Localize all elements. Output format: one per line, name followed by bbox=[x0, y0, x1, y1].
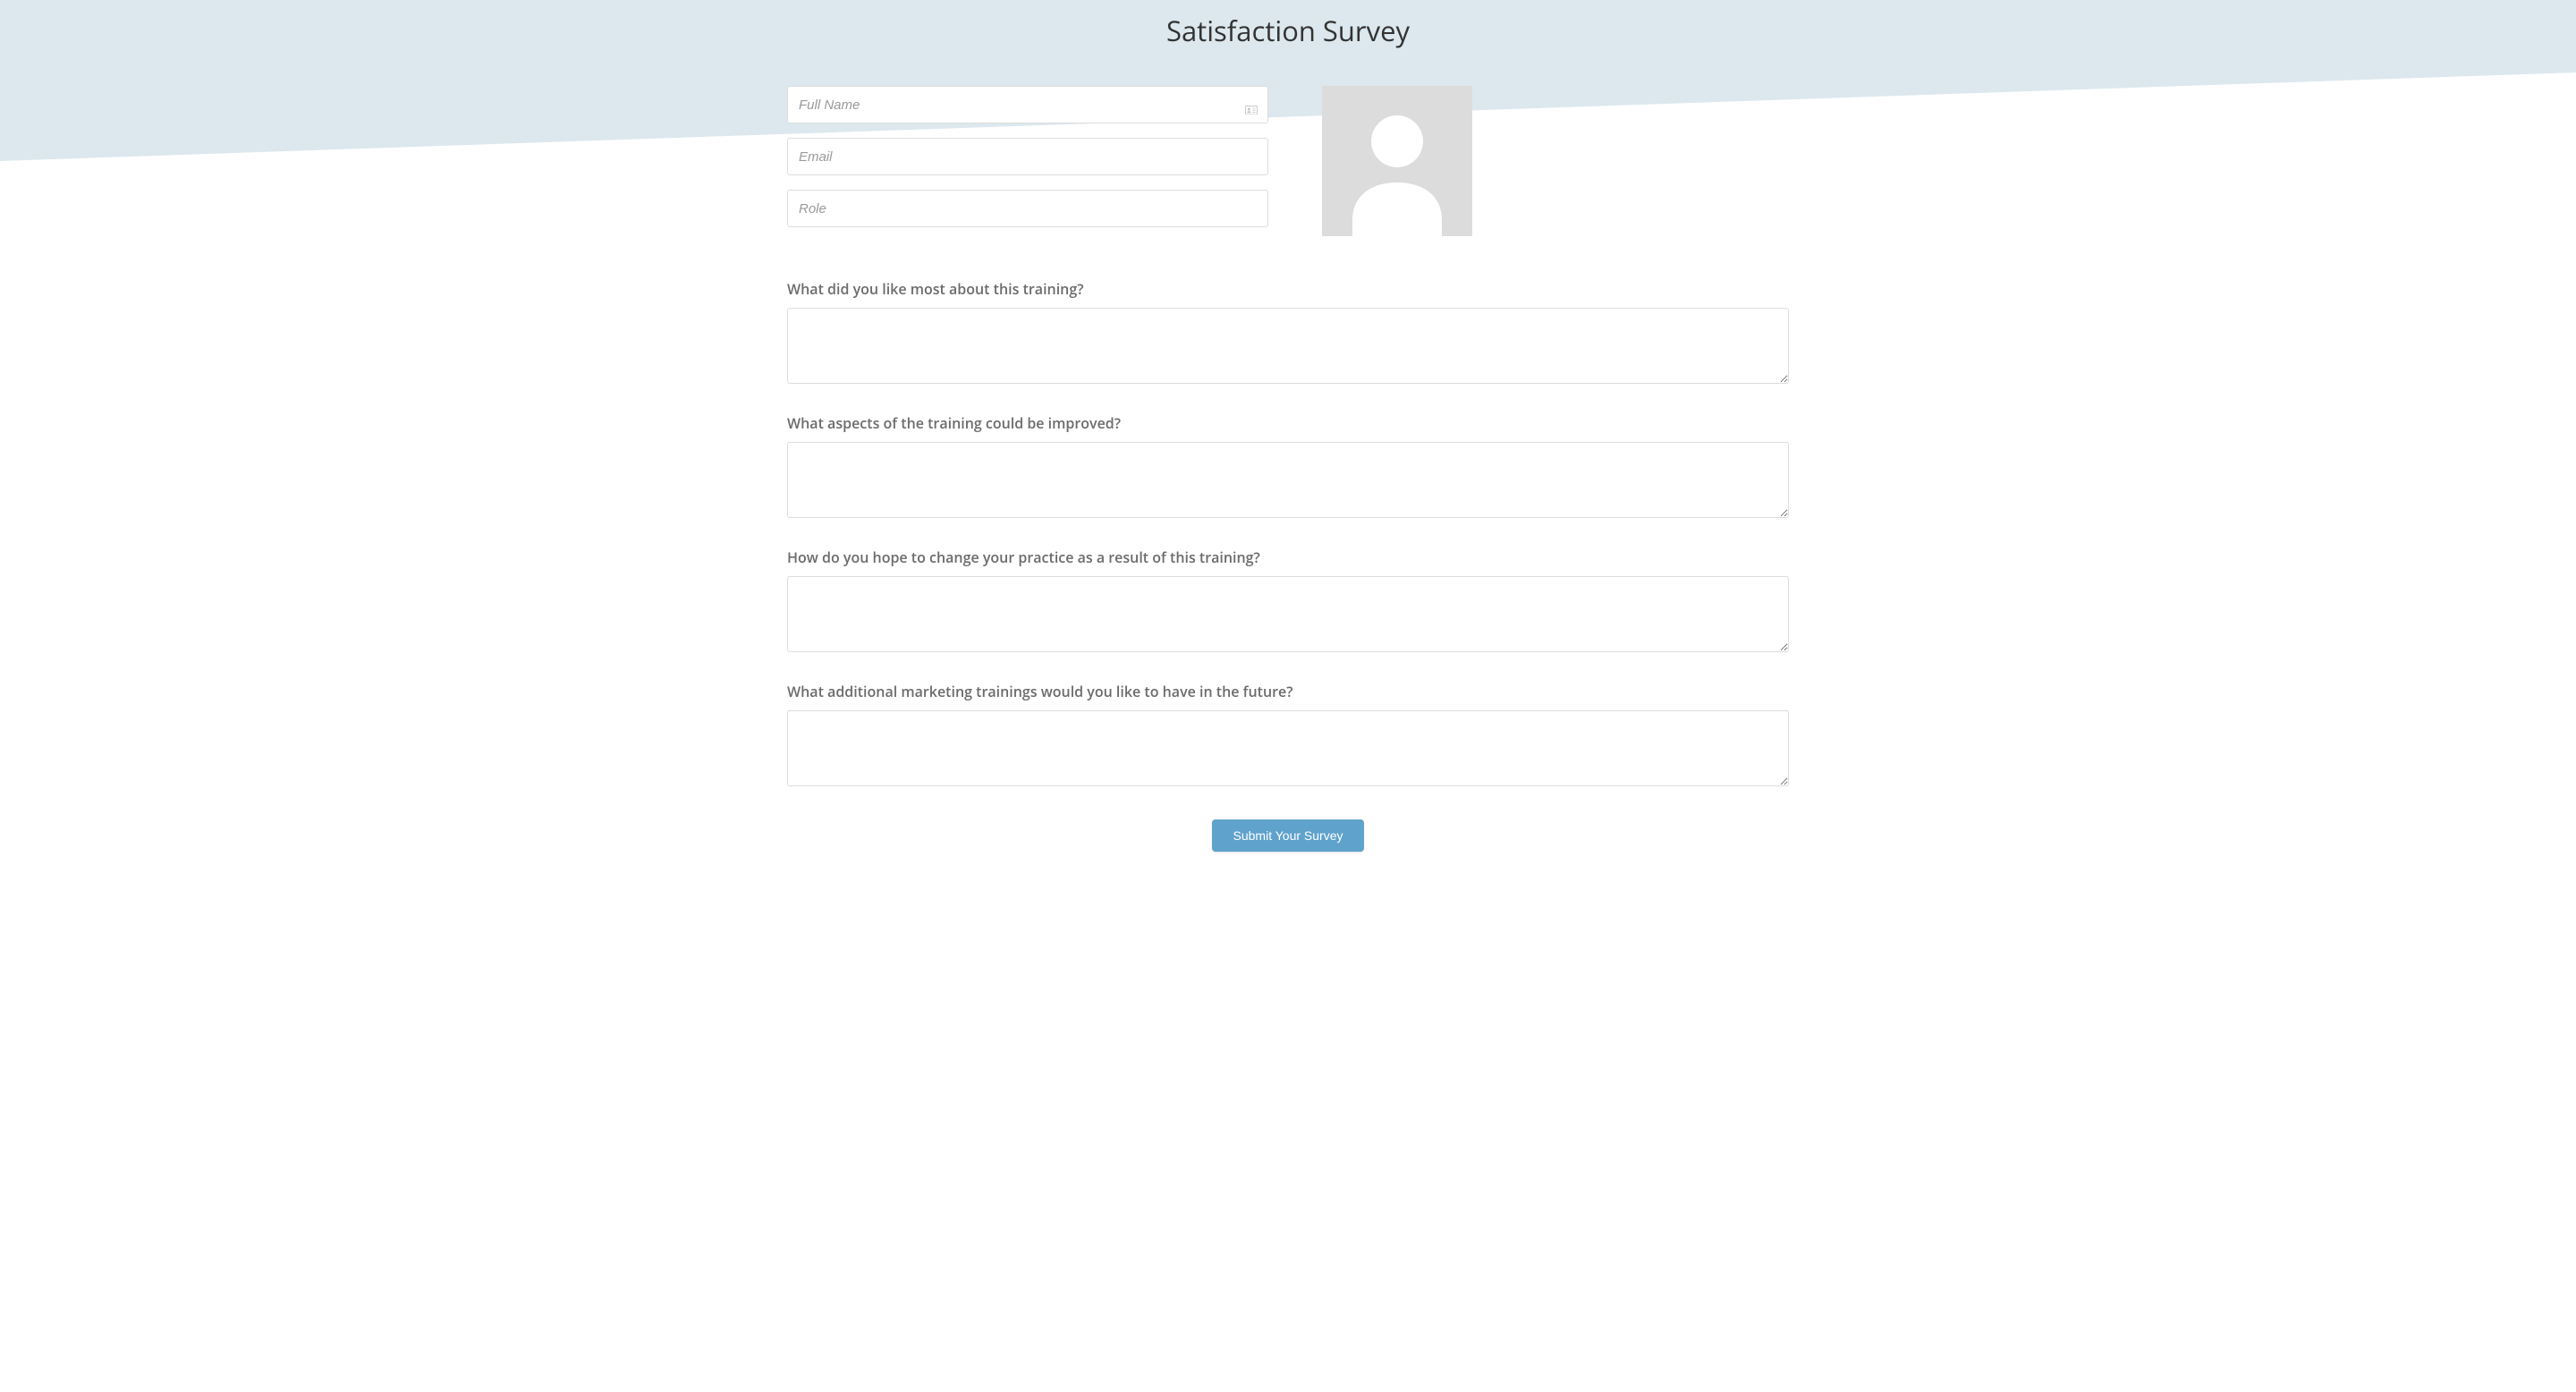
fields-column bbox=[787, 86, 1268, 236]
submit-button[interactable]: Submit Your Survey bbox=[1212, 819, 1365, 852]
full-name-input[interactable] bbox=[787, 86, 1268, 123]
role-wrapper bbox=[787, 190, 1268, 227]
question-group-2: What aspects of the training could be im… bbox=[787, 413, 1789, 522]
top-section bbox=[787, 86, 1789, 236]
question-group-1: What did you like most about this traini… bbox=[787, 279, 1789, 388]
full-name-wrapper bbox=[787, 86, 1268, 123]
question-label-4: What additional marketing trainings woul… bbox=[787, 682, 1789, 701]
question-textarea-1[interactable] bbox=[787, 308, 1789, 384]
question-textarea-2[interactable] bbox=[787, 442, 1789, 518]
role-input[interactable] bbox=[787, 190, 1268, 227]
question-label-1: What did you like most about this traini… bbox=[787, 279, 1789, 299]
question-label-3: How do you hope to change your practice … bbox=[787, 547, 1789, 567]
email-input[interactable] bbox=[787, 138, 1268, 175]
question-textarea-3[interactable] bbox=[787, 576, 1789, 652]
id-card-icon bbox=[1245, 99, 1258, 110]
question-group-3: How do you hope to change your practice … bbox=[787, 547, 1789, 657]
page-title: Satisfaction Survey bbox=[787, 0, 1789, 86]
question-group-4: What additional marketing trainings woul… bbox=[787, 682, 1789, 791]
avatar-placeholder[interactable] bbox=[1322, 86, 1472, 236]
form-container: Satisfaction Survey bbox=[769, 0, 1807, 870]
email-wrapper bbox=[787, 138, 1268, 175]
question-textarea-4[interactable] bbox=[787, 710, 1789, 786]
submit-wrapper: Submit Your Survey bbox=[787, 816, 1789, 870]
question-label-2: What aspects of the training could be im… bbox=[787, 413, 1789, 433]
